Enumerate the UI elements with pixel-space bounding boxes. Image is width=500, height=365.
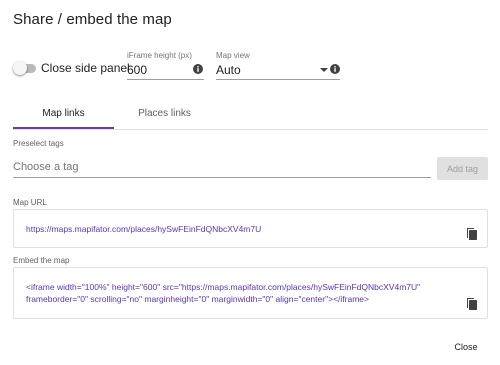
close-side-panel-label: Close side panel bbox=[41, 61, 130, 75]
close-button[interactable]: Close bbox=[445, 336, 487, 358]
iframe-height-label: iFrame height (px) bbox=[127, 51, 192, 60]
tab-map-links[interactable]: Map links bbox=[13, 98, 114, 129]
map-url-label: Map URL bbox=[13, 198, 47, 207]
map-view-select[interactable]: Auto bbox=[216, 63, 241, 77]
iframe-height-underline bbox=[127, 79, 204, 80]
choose-tag-input[interactable] bbox=[13, 156, 431, 178]
copy-map-url-icon[interactable] bbox=[466, 226, 478, 240]
map-view-info-icon[interactable] bbox=[330, 64, 340, 74]
toggle-thumb bbox=[13, 61, 27, 75]
close-side-panel-toggle[interactable] bbox=[13, 61, 37, 75]
tab-places-links[interactable]: Places links bbox=[114, 98, 215, 129]
map-url-text[interactable]: https://maps.mapifator.com/places/hySwFE… bbox=[26, 223, 261, 235]
embed-code-box: <iframe width="100%" height="600" src="h… bbox=[13, 267, 488, 319]
map-view-label: Map view bbox=[216, 51, 250, 60]
embed-code-line-1[interactable]: <iframe width="100%" height="600" src="h… bbox=[26, 281, 420, 293]
preselect-tags-label: Preselect tags bbox=[13, 139, 64, 148]
embed-code-line-2[interactable]: frameborder="0" scrolling="no" marginhei… bbox=[26, 293, 369, 305]
copy-embed-code-icon[interactable] bbox=[466, 296, 478, 310]
iframe-height-info-icon[interactable] bbox=[193, 64, 203, 74]
map-view-underline bbox=[216, 79, 340, 80]
caret-down-icon[interactable] bbox=[320, 68, 328, 72]
tabs-divider bbox=[13, 129, 488, 130]
dialog-title: Share / embed the map bbox=[13, 11, 172, 28]
add-tag-button[interactable]: Add tag bbox=[437, 157, 488, 180]
map-url-box: https://maps.mapifator.com/places/hySwFE… bbox=[13, 209, 488, 248]
embed-map-label: Embed the map bbox=[13, 256, 70, 265]
active-tab-indicator bbox=[13, 127, 114, 129]
iframe-height-input[interactable]: 600 bbox=[127, 63, 147, 77]
